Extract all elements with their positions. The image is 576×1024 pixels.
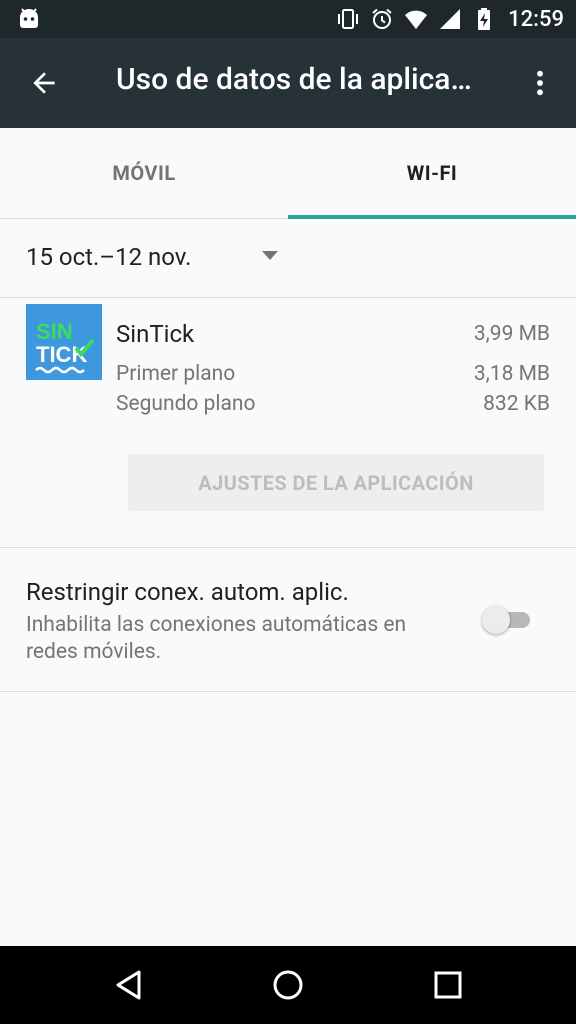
back-triangle-icon[interactable] xyxy=(112,968,146,1002)
svg-text:SIN: SIN xyxy=(36,319,73,344)
app-total-usage: 3,99 MB xyxy=(473,322,550,346)
app-name: SinTick xyxy=(116,320,195,348)
battery-charging-icon xyxy=(478,8,491,30)
restrict-toggle[interactable] xyxy=(482,606,534,634)
divider xyxy=(0,691,576,692)
background-label: Segundo plano xyxy=(116,392,256,416)
restrict-subtitle: Inhabilita las conexiones automáticas en… xyxy=(26,613,407,664)
foreground-value: 3,18 MB xyxy=(473,362,550,386)
signal-icon xyxy=(440,9,461,29)
tab-movil[interactable]: MÓVIL xyxy=(0,128,288,218)
more-vert-icon[interactable] xyxy=(524,67,556,99)
app-settings-button[interactable]: AJUSTES DE LA APLICACIÓN xyxy=(128,454,544,511)
tab-wifi[interactable]: WI-FI xyxy=(288,128,576,219)
wifi-icon xyxy=(405,10,428,29)
divider xyxy=(0,547,576,548)
clock: 12:59 xyxy=(508,6,564,32)
foreground-label: Primer plano xyxy=(116,362,236,386)
date-range-label: 15 oct.–12 nov. xyxy=(26,243,192,271)
dropdown-arrow-icon xyxy=(262,251,278,260)
vibrate-icon xyxy=(338,9,359,29)
tab-bar: MÓVIL WI-FI xyxy=(0,128,576,219)
recents-square-icon[interactable] xyxy=(431,968,465,1002)
app-icon-sintick: SIN TICK xyxy=(26,304,102,380)
alarm-icon xyxy=(372,8,392,29)
page-title: Uso de datos de la aplica… xyxy=(116,62,472,97)
background-value: 832 KB xyxy=(483,392,550,416)
app-bar: Uso de datos de la aplica… xyxy=(0,38,576,128)
navigation-bar xyxy=(0,946,576,1024)
status-bar: 12:59 xyxy=(0,0,576,38)
toggle-thumb xyxy=(482,606,510,634)
date-range-selector[interactable]: 15 oct.–12 nov. xyxy=(0,219,576,298)
arrow-back-icon[interactable] xyxy=(28,67,60,99)
home-circle-icon[interactable] xyxy=(271,968,305,1002)
restrict-title: Restringir conex. autom. aplic. xyxy=(26,578,349,606)
android-icon xyxy=(20,8,38,28)
